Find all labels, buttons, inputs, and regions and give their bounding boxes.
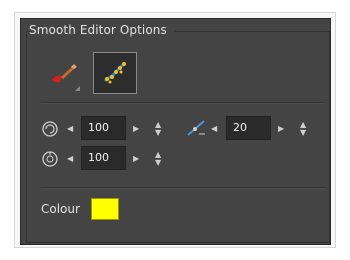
increase-arrow[interactable]: ▶ (133, 125, 139, 133)
increase-arrow[interactable]: ▶ (278, 125, 284, 133)
separator (41, 102, 326, 104)
increase-arrow[interactable]: ▶ (133, 155, 139, 163)
brush-tool-button[interactable] (43, 55, 83, 93)
smooth-editor-options-panel: Smooth Editor Options ◀ 100 ▶ ▲ ▼ ◀ 20 ▶… (20, 18, 331, 245)
smoothness-field[interactable]: 100 (81, 116, 126, 140)
smooth-editor-tool-button[interactable] (93, 52, 137, 94)
smooth-editor-icon (103, 61, 127, 84)
panel-title: Smooth Editor Options (29, 23, 167, 37)
separator (41, 187, 326, 189)
spin-arrows[interactable]: ▲ ▼ (300, 121, 306, 137)
colour-label: Colour (41, 202, 80, 216)
line-smoothing-icon (187, 120, 205, 136)
decrease-arrow[interactable]: ◀ (67, 155, 73, 163)
size-field[interactable]: 20 (226, 116, 271, 140)
radius-icon (42, 151, 58, 167)
decrease-arrow[interactable]: ◀ (211, 125, 217, 133)
colour-swatch[interactable] (91, 198, 119, 220)
smoothness-icon (42, 121, 58, 137)
spin-arrows[interactable]: ▲ ▼ (155, 121, 161, 137)
brush-icon (52, 64, 80, 91)
radius-field[interactable]: 100 (81, 146, 126, 170)
spin-arrows[interactable]: ▲ ▼ (155, 151, 161, 167)
decrease-arrow[interactable]: ◀ (67, 125, 73, 133)
